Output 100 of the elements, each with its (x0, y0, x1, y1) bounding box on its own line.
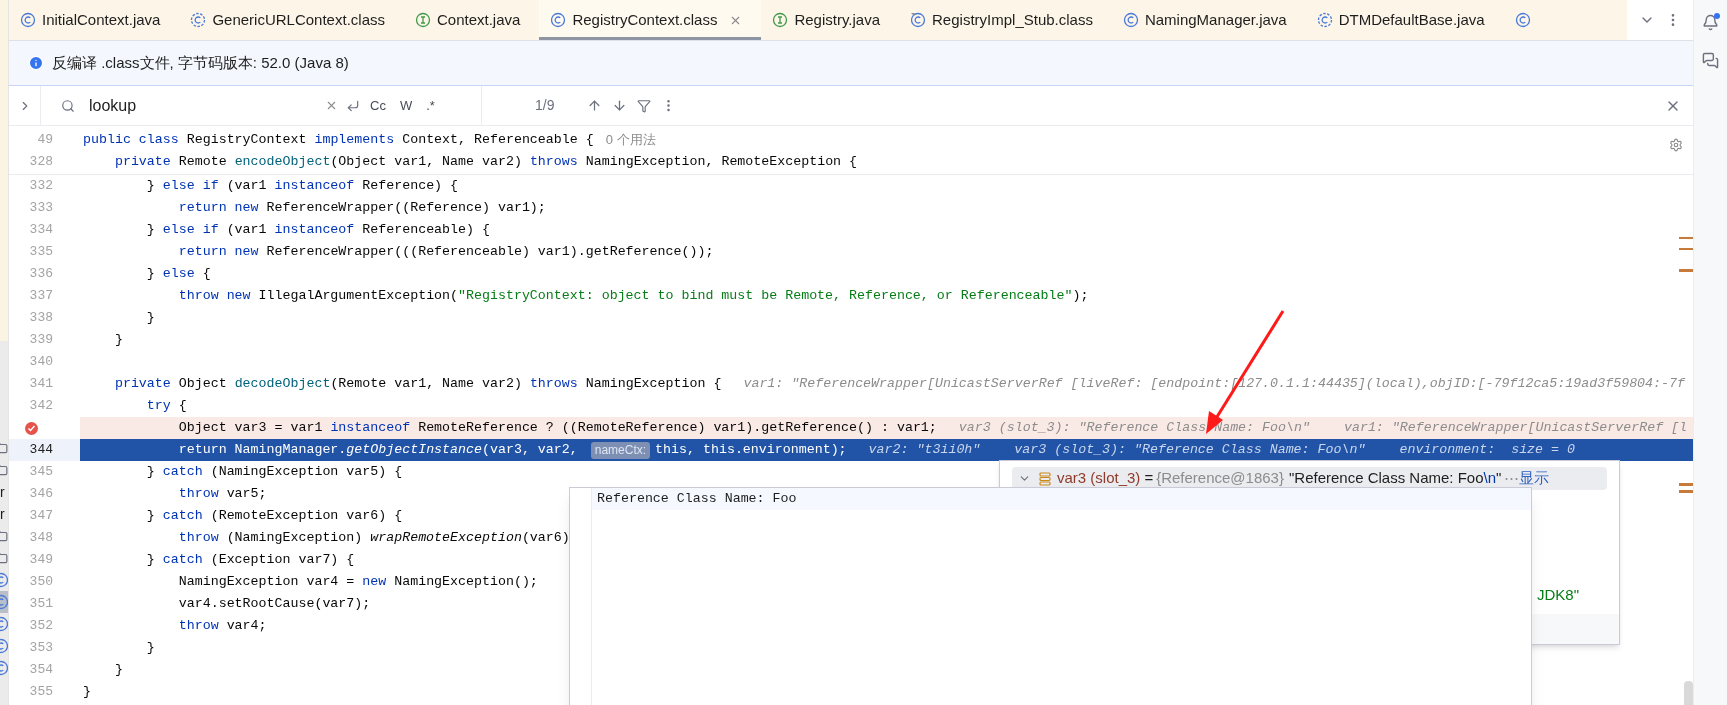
line-number: 346 (29, 485, 53, 504)
code-text: try { (145, 397, 187, 416)
breakpoint-icon[interactable] (24, 420, 39, 436)
variable-value: "Reference Class Name: Foo (1288, 468, 1484, 489)
code-text: } (145, 309, 155, 328)
code-text: return NamingManager.getObjectInstance(var3, var2, (177, 441, 579, 460)
equals-sign: = (1144, 468, 1154, 489)
parameter-hint: nameCtx: (590, 441, 651, 459)
line-number: 355 (29, 683, 53, 702)
editor-tab[interactable]: DTMDefaultBase.java (1305, 0, 1504, 40)
line-number: 328 (29, 153, 53, 172)
code-text: this, this.environment); (655, 441, 847, 460)
object-id: {Reference@1863} (1156, 468, 1284, 489)
line-number: 352 (29, 617, 53, 636)
editor-tab[interactable]: RegistryImpl_Stub.class (899, 0, 1112, 40)
escape-sequence: \n (1483, 468, 1497, 489)
code-text: } (113, 661, 123, 680)
text-line: Reference Class Name: Foo (597, 490, 797, 509)
filter-icon[interactable] (637, 98, 652, 113)
code-text: } catch (NamingException var5) { (145, 463, 403, 482)
code-text: NamingException var4 = new NamingException(); (177, 573, 538, 592)
class-file-icon (190, 12, 207, 28)
code-text: public class RegistryContext implements Context, Referenceable { (83, 131, 594, 150)
inline-value-hint: var3 (slot_3): "Reference Class Name: Foo\n" (1014, 441, 1366, 460)
ellipsis: ⋯ (1504, 468, 1520, 489)
code-text: return new ReferenceWrapper((Reference) var1); (177, 199, 546, 218)
line-number: 353 (29, 639, 53, 658)
line-number: 344 (29, 441, 53, 460)
show-link[interactable]: 显示 (1519, 467, 1550, 490)
line-number: 341 (29, 375, 53, 394)
code-text: } else { (145, 265, 211, 284)
code-text: var4.setRootCause(var7); (177, 595, 371, 614)
class-file-icon (772, 12, 789, 28)
code-text: } (83, 683, 91, 702)
code-text: } (113, 331, 123, 350)
code-text: Object var3 = var1 instanceof RemoteReference ? ((RemoteReference) var1).getReference() : var1; (177, 419, 937, 438)
class-file-icon (415, 12, 431, 28)
code-text: throw var4; (177, 617, 267, 636)
code-text: return new ReferenceWrapper(((Referenceable) var1).getReference()); (177, 243, 714, 262)
class-file-icon (910, 12, 927, 28)
info-icon (28, 55, 44, 71)
editor-tab[interactable]: NamingManager.java (1111, 0, 1306, 40)
editor-tab[interactable]: RegistryContext.class (539, 0, 762, 40)
line-number: 335 (29, 243, 53, 262)
code-text: } catch (RemoteException var6) { (145, 507, 403, 526)
editor-tab[interactable]: Context.java (404, 0, 540, 40)
editor-tab[interactable]: InitialContext.java (9, 0, 180, 40)
decompiler-notice: 反编译 .class文件, 字节码版本: 52.0 (Java 8) (52, 52, 349, 73)
line-number: 338 (29, 309, 53, 328)
closing-quote: " (1496, 468, 1502, 489)
search-icon[interactable] (61, 98, 75, 113)
previous-match-icon[interactable] (587, 98, 603, 113)
code-text: } (145, 639, 155, 658)
inline-value-hint: environment: size = 0 (1399, 441, 1575, 460)
variable-name: var3 (slot_3) (1057, 468, 1141, 489)
line-number: 337 (29, 287, 53, 306)
line-number: 336 (29, 265, 53, 284)
line-number: 334 (29, 221, 53, 240)
newline-icon[interactable] (346, 98, 360, 113)
editor-tab[interactable]: Registry.java (761, 0, 900, 40)
code-text: throw var5; (177, 485, 267, 504)
tree-item-label[interactable]: r (0, 507, 5, 521)
search-option[interactable]: Cc (366, 95, 390, 116)
editor-tab[interactable]: GenericURLContext.class (179, 0, 404, 40)
chat-icon[interactable] (1702, 52, 1719, 69)
usage-count[interactable]: 0 个用法 (605, 130, 656, 150)
line-number: 333 (29, 199, 53, 218)
class-file-icon (20, 12, 36, 28)
line-number: 345 (29, 463, 53, 482)
line-number: 332 (29, 177, 53, 196)
line-number: 349 (29, 551, 53, 570)
code-text: private Remote encodeObject(Object var1, Name var2) throws NamingException, RemoteException { (113, 153, 858, 172)
value-text: JDK8" (1537, 585, 1579, 605)
tree-item-label[interactable]: r (0, 485, 5, 499)
code-text: private Object decodeObject(Remote var1, Name var2) throws NamingException { (113, 375, 722, 394)
search-field[interactable]: lookup (89, 93, 319, 118)
clear-icon[interactable] (325, 99, 338, 112)
variable-icon (1039, 471, 1051, 486)
code-text: throw (NamingException) wrapRemoteException(var6) (177, 529, 570, 548)
line-number: 347 (29, 507, 53, 526)
class-file-icon (550, 12, 567, 28)
line-number: 348 (29, 529, 53, 548)
match-count: 1/9 (535, 96, 555, 115)
inline-value-hint: var1: "ReferenceWrapper[UnicastServerRef [l (1343, 419, 1688, 438)
settings-icon[interactable] (1669, 138, 1683, 152)
scrollbar-thumb[interactable] (1684, 681, 1693, 705)
line-number: 351 (29, 595, 53, 614)
search-option[interactable]: .* (422, 95, 439, 116)
code-text: throw new IllegalArgumentException("RegistryContext: object to bind must be Remote, Reference, or Referenceable"); (177, 287, 1089, 306)
class-file-icon (1122, 12, 1139, 28)
code-text: } else if (var1 instanceof Reference) { (145, 177, 459, 196)
line-number: 354 (29, 661, 53, 680)
notifications-button[interactable] (1700, 12, 1721, 32)
next-match-icon[interactable] (612, 98, 628, 113)
line-number: 339 (29, 331, 53, 350)
line-number: 49 (37, 131, 53, 150)
inline-value-hint: var2: "t3ii0h" (868, 441, 981, 460)
search-option[interactable]: W (395, 95, 417, 116)
code-text: } else if (var1 instanceof Referenceable) { (145, 221, 490, 240)
line-number: 342 (29, 397, 53, 416)
